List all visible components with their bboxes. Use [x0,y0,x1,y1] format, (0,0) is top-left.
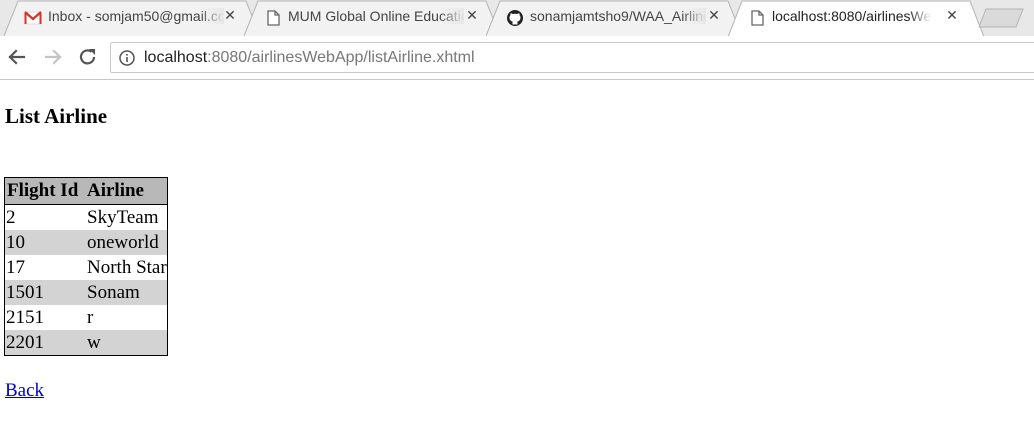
table-row: 1501 Sonam [4,280,168,305]
airline-table: Flight Id Airline 2 SkyTeam 10 oneworld … [4,177,168,356]
close-icon[interactable]: ✕ [944,8,960,24]
table-row: 2 SkyTeam [5,205,168,231]
tab-title: sonamjamtsho9/WAA_Airlines [530,8,706,24]
close-icon[interactable]: ✕ [222,8,238,24]
document-icon [751,10,764,26]
airline-cell: w [85,330,168,356]
tab-mum-education[interactable]: MUM Global Online Education ✕ [244,0,500,36]
table-row: 2151 r [5,305,168,330]
address-bar[interactable]: localhost:8080/airlinesWebApp/listAirlin… [110,42,1034,73]
document-icon [267,10,280,26]
table-header-row: Flight Id Airline [4,177,168,205]
gmail-icon [24,11,42,25]
tab-gmail[interactable]: Inbox - somjam50@gmail.com ✕ [4,0,260,36]
back-link[interactable]: Back [5,380,44,402]
flight-id-cell: 10 [4,230,85,255]
tab-title: localhost:8080/airlinesWebApp/listAirlin… [772,8,932,24]
github-icon [507,10,523,26]
reload-icon[interactable] [75,44,101,70]
flight-id-cell: 2 [6,206,16,228]
tab-list-airline[interactable]: localhost:8080/airlinesWebApp/listAirlin… [728,0,984,37]
page-content: List Airline Flight Id Airline 2 SkyTeam… [0,80,1034,446]
url-path: :8080/airlinesWebApp/listAirline.xhtml [207,49,475,66]
flight-id-cell: 2201 [4,330,85,356]
close-icon[interactable]: ✕ [464,8,480,24]
flight-id-cell: 17 [6,256,25,278]
airline-cell: oneworld [85,230,168,255]
tab-title: MUM Global Online Education [288,8,464,24]
address-url[interactable]: localhost:8080/airlinesWebApp/listAirlin… [144,49,475,67]
forward-arrow-icon[interactable] [40,44,66,70]
column-header-flight-id: Flight Id [4,177,85,205]
flight-id-cell: 2151 [6,306,44,328]
airline-cell: r [87,306,94,328]
close-icon[interactable]: ✕ [706,8,722,24]
table-row: 17 North Star [5,255,168,280]
flight-id-cell: 1501 [4,280,85,305]
airline-cell: Sonam [85,280,168,305]
table-row: 10 oneworld [4,230,168,255]
new-tab-button[interactable] [978,8,1024,28]
tab-title: Inbox - somjam50@gmail.com [48,8,224,24]
airline-cell: SkyTeam [87,206,159,228]
tab-github[interactable]: sonamjamtsho9/WAA_Airlines ✕ [486,0,742,36]
url-host: localhost [144,49,208,66]
page-title: List Airline [5,104,108,128]
column-header-airline: Airline [85,177,168,205]
tab-strip: Inbox - somjam50@gmail.com ✕ MUM Global … [0,0,1034,37]
table-row: 2201 w [4,330,168,356]
airline-cell: North Star [87,256,167,278]
back-arrow-icon[interactable] [4,44,30,70]
info-icon[interactable] [119,50,135,66]
